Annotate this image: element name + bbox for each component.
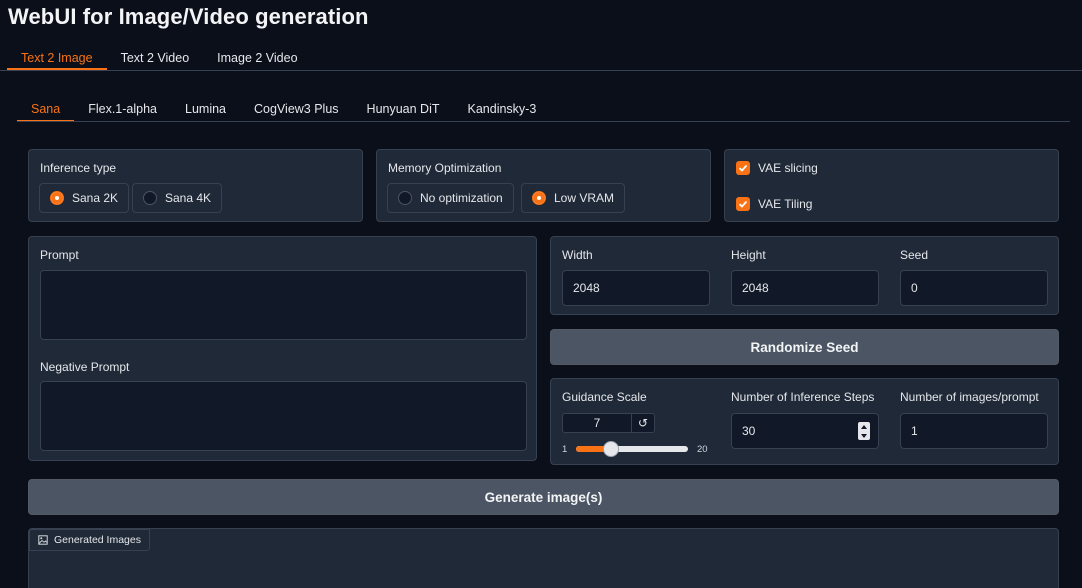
top-tabs: Text 2 Image Text 2 Video Image 2 Video [7, 47, 312, 70]
negative-prompt-label: Negative Prompt [40, 360, 130, 374]
tab-lumina[interactable]: Lumina [171, 97, 240, 121]
memory-optimization-panel: Memory Optimization No optimization Low … [376, 149, 711, 222]
number-spinner-icon[interactable] [858, 422, 870, 440]
dimensions-panel: Width 2048 Height 2048 Seed 0 [550, 236, 1059, 315]
radio-unselected-icon [398, 191, 412, 205]
inference-steps-value: 30 [742, 424, 756, 438]
inference-steps-input[interactable]: 30 [731, 413, 879, 449]
model-tabs-divider [17, 121, 1070, 122]
memory-optimization-label: Memory Optimization [388, 161, 502, 175]
tab-flex-1-alpha[interactable]: Flex.1-alpha [74, 97, 171, 121]
radio-selected-icon [50, 191, 64, 205]
generated-images-panel [28, 528, 1059, 588]
tab-image-2-video[interactable]: Image 2 Video [203, 47, 311, 69]
app-title: WebUI for Image/Video generation [8, 4, 369, 29]
model-tabs: Sana Flex.1-alpha Lumina CogView3 Plus H… [17, 97, 551, 122]
guidance-scale-slider[interactable] [576, 441, 688, 457]
width-label: Width [562, 248, 593, 262]
prompt-input[interactable] [40, 270, 527, 340]
vae-slicing-label: VAE slicing [758, 161, 818, 175]
radio-no-optimization[interactable]: No optimization [387, 183, 514, 213]
tab-kandinsky-3[interactable]: Kandinsky-3 [454, 97, 551, 121]
radio-sana-2k-label: Sana 2K [72, 191, 119, 205]
radio-low-vram[interactable]: Low VRAM [521, 183, 626, 213]
guidance-scale-max: 20 [697, 444, 708, 455]
radio-unselected-icon [143, 191, 157, 205]
tab-text-2-image[interactable]: Text 2 Image [7, 47, 107, 70]
checkbox-checked-icon [736, 161, 750, 175]
seed-input[interactable]: 0 [900, 270, 1048, 306]
guidance-scale-number-input[interactable]: 7 [562, 413, 632, 433]
tab-text-2-video[interactable]: Text 2 Video [107, 47, 204, 69]
inference-type-label: Inference type [40, 161, 117, 175]
inference-steps-label: Number of Inference Steps [731, 390, 875, 404]
height-label: Height [731, 248, 766, 262]
tab-sana[interactable]: Sana [17, 97, 75, 122]
randomize-seed-button[interactable]: Randomize Seed [550, 329, 1059, 365]
radio-no-optimization-label: No optimization [420, 191, 503, 205]
inference-type-panel: Inference type Sana 2K Sana 4K [28, 149, 363, 222]
radio-sana-4k-label: Sana 4K [165, 191, 212, 205]
guidance-scale-slider-thumb[interactable] [603, 441, 620, 457]
seed-label: Seed [900, 248, 929, 262]
vae-tiling-label: VAE Tiling [758, 197, 813, 211]
vae-slicing-checkbox[interactable]: VAE slicing [736, 161, 818, 175]
prompt-label: Prompt [40, 248, 79, 262]
guidance-scale-label: Guidance Scale [562, 390, 647, 404]
sampling-panel: Guidance Scale 7 ↺ 1 20 Number of Infere… [550, 378, 1059, 465]
reset-icon[interactable]: ↺ [631, 413, 655, 433]
tab-hunyuan-dit[interactable]: Hunyuan DiT [353, 97, 454, 121]
radio-sana-2k[interactable]: Sana 2K [39, 183, 130, 213]
generated-images-label: Generated Images [54, 534, 141, 546]
prompt-panel: Prompt Negative Prompt [28, 236, 537, 461]
width-input[interactable]: 2048 [562, 270, 710, 306]
images-per-prompt-label: Number of images/prompt [900, 390, 1039, 404]
images-per-prompt-input[interactable]: 1 [900, 413, 1048, 449]
vae-options-panel: VAE slicing VAE Tiling [724, 149, 1059, 222]
vae-tiling-checkbox[interactable]: VAE Tiling [736, 197, 812, 211]
image-icon [38, 535, 48, 545]
guidance-scale-min: 1 [562, 444, 568, 455]
generated-images-label-tag: Generated Images [29, 529, 150, 551]
radio-selected-icon [532, 191, 546, 205]
radio-low-vram-label: Low VRAM [554, 191, 615, 205]
generate-images-button[interactable]: Generate image(s) [28, 479, 1059, 515]
negative-prompt-input[interactable] [40, 381, 527, 451]
height-input[interactable]: 2048 [731, 270, 879, 306]
top-tabs-divider [0, 70, 1082, 71]
checkbox-checked-icon [736, 197, 750, 211]
radio-sana-4k[interactable]: Sana 4K [132, 183, 223, 213]
tab-cogview3-plus[interactable]: CogView3 Plus [240, 97, 353, 121]
